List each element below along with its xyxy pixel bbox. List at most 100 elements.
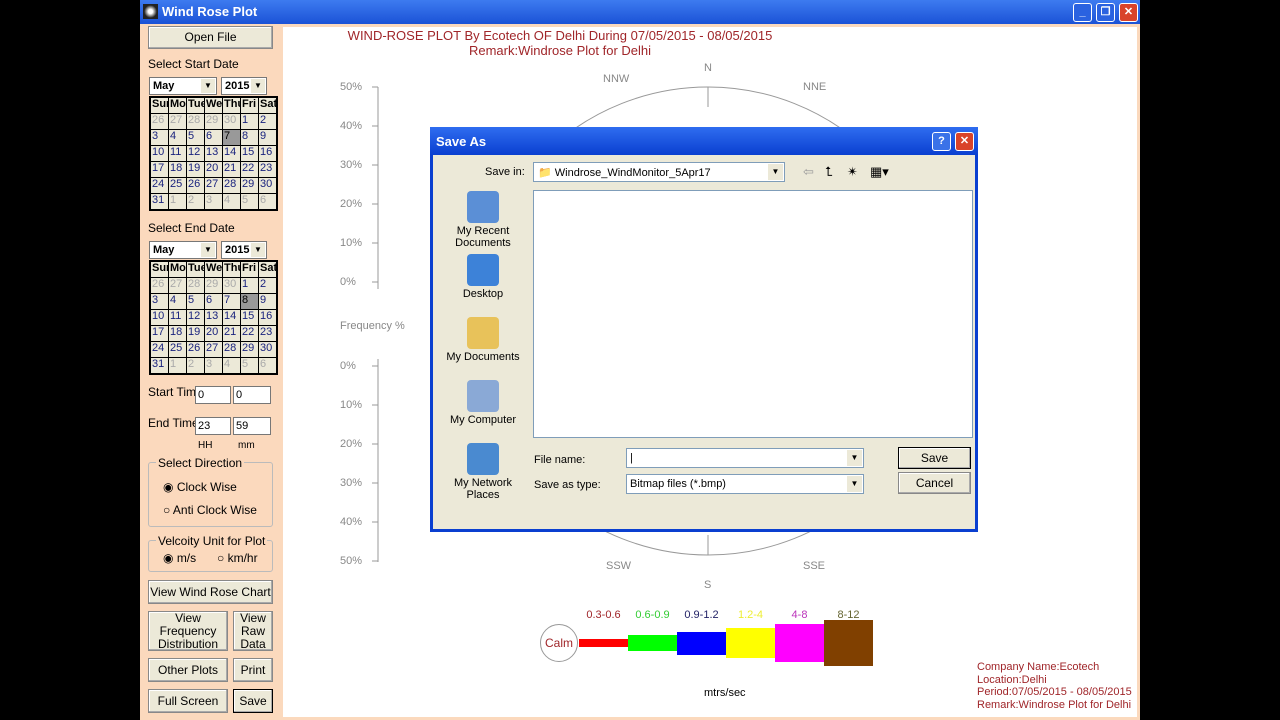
calendar-day[interactable]: 24 bbox=[151, 178, 168, 193]
calendar-day[interactable]: 28 bbox=[187, 114, 204, 129]
calendar-day[interactable]: 12 bbox=[187, 146, 204, 161]
calendar-day[interactable]: 4 bbox=[223, 194, 240, 209]
calendar-day[interactable]: 2 bbox=[259, 114, 276, 129]
save-as-type-select[interactable]: Bitmap files (*.bmp) ▼ bbox=[626, 474, 864, 494]
restore-button[interactable]: ❐ bbox=[1096, 3, 1115, 22]
calendar-day[interactable]: 28 bbox=[223, 178, 240, 193]
calendar-day[interactable]: 16 bbox=[259, 146, 276, 161]
calendar-day[interactable]: 5 bbox=[187, 130, 204, 145]
calendar-day[interactable]: 5 bbox=[187, 294, 204, 309]
calendar-day[interactable]: 2 bbox=[259, 278, 276, 293]
calendar-day[interactable]: 23 bbox=[259, 162, 276, 177]
calendar-day[interactable]: 19 bbox=[187, 162, 204, 177]
calendar-day[interactable]: 18 bbox=[169, 162, 186, 177]
anticlockwise-radio[interactable]: ○ Anti Clock Wise bbox=[163, 503, 257, 517]
dialog-save-button[interactable]: Save bbox=[898, 447, 971, 469]
end-hour-spinner[interactable]: 23 bbox=[195, 417, 231, 435]
calendar-day[interactable]: 1 bbox=[169, 358, 186, 373]
calendar-day[interactable]: 6 bbox=[259, 194, 276, 209]
end-month-select[interactable]: May ▼ bbox=[149, 241, 217, 259]
new-folder-icon[interactable]: ✴ bbox=[847, 164, 858, 180]
calendar-day[interactable]: 8 bbox=[241, 130, 258, 145]
view-wind-rose-chart-button[interactable]: View Wind Rose Chart bbox=[148, 580, 273, 604]
calendar-day[interactable]: 22 bbox=[241, 162, 258, 177]
calendar-day[interactable]: 4 bbox=[169, 130, 186, 145]
calendar-day[interactable]: 10 bbox=[151, 146, 168, 161]
start-year-select[interactable]: 2015 ▼ bbox=[221, 77, 267, 95]
dialog-cancel-button[interactable]: Cancel bbox=[898, 472, 971, 494]
calendar-day[interactable]: 1 bbox=[241, 278, 258, 293]
calendar-day[interactable]: 2 bbox=[187, 358, 204, 373]
calendar-day[interactable]: 20 bbox=[205, 162, 222, 177]
save-in-select[interactable]: 📁 Windrose_WindMonitor_5Apr17 ▼ bbox=[533, 162, 785, 182]
place-my-network-places[interactable]: My Network Places bbox=[443, 443, 523, 501]
view-raw-data-button[interactable]: View Raw Data bbox=[233, 611, 273, 651]
calendar-day[interactable]: 29 bbox=[241, 342, 258, 357]
calendar-day[interactable]: 3 bbox=[151, 130, 168, 145]
calendar-day[interactable]: 25 bbox=[169, 342, 186, 357]
file-list[interactable] bbox=[533, 190, 973, 438]
calendar-day[interactable]: 15 bbox=[241, 310, 258, 325]
calendar-day[interactable]: 30 bbox=[223, 114, 240, 129]
place-my-recent-documents[interactable]: My Recent Documents bbox=[443, 191, 523, 249]
calendar-day[interactable]: 27 bbox=[169, 278, 186, 293]
minimize-button[interactable]: _ bbox=[1073, 3, 1092, 22]
calendar-day[interactable]: 14 bbox=[223, 310, 240, 325]
calendar-day[interactable]: 19 bbox=[187, 326, 204, 341]
calendar-day[interactable]: 2 bbox=[187, 194, 204, 209]
calendar-day[interactable]: 29 bbox=[205, 278, 222, 293]
calendar-day[interactable]: 13 bbox=[205, 146, 222, 161]
calendar-day[interactable]: 1 bbox=[169, 194, 186, 209]
calendar-day[interactable]: 29 bbox=[205, 114, 222, 129]
calendar-day[interactable]: 20 bbox=[205, 326, 222, 341]
calendar-day[interactable]: 23 bbox=[259, 326, 276, 341]
calendar-day[interactable]: 7 bbox=[223, 294, 240, 309]
calendar-day[interactable]: 6 bbox=[205, 294, 222, 309]
calendar-day[interactable]: 3 bbox=[151, 294, 168, 309]
calendar-day[interactable]: 30 bbox=[259, 178, 276, 193]
calendar-day[interactable]: 26 bbox=[151, 114, 168, 129]
calendar-day[interactable]: 24 bbox=[151, 342, 168, 357]
calendar-day[interactable]: 9 bbox=[259, 130, 276, 145]
end-year-select[interactable]: 2015 ▼ bbox=[221, 241, 267, 259]
ms-radio[interactable]: ◉ m/s bbox=[163, 551, 196, 565]
start-hour-spinner[interactable]: 0 bbox=[195, 386, 231, 404]
full-screen-button[interactable]: Full Screen bbox=[148, 689, 228, 713]
calendar-day[interactable]: 16 bbox=[259, 310, 276, 325]
start-date-calendar[interactable]: SunMonTueWedThuFriSat2627282930123456789… bbox=[149, 96, 278, 211]
place-my-documents[interactable]: My Documents bbox=[443, 317, 523, 363]
calendar-day[interactable]: 27 bbox=[205, 342, 222, 357]
calendar-day[interactable]: 26 bbox=[151, 278, 168, 293]
place-my-computer[interactable]: My Computer bbox=[443, 380, 523, 426]
calendar-day[interactable]: 27 bbox=[205, 178, 222, 193]
file-name-input[interactable]: | ▼ bbox=[626, 448, 864, 468]
calendar-day[interactable]: 9 bbox=[259, 294, 276, 309]
calendar-day[interactable]: 25 bbox=[169, 178, 186, 193]
back-icon[interactable]: ⇦ bbox=[803, 164, 814, 180]
calendar-day[interactable]: 21 bbox=[223, 162, 240, 177]
kmhr-radio[interactable]: ○ km/hr bbox=[217, 551, 258, 565]
calendar-day[interactable]: 22 bbox=[241, 326, 258, 341]
calendar-day[interactable]: 17 bbox=[151, 162, 168, 177]
calendar-day[interactable]: 14 bbox=[223, 146, 240, 161]
view-frequency-distribution-button[interactable]: View Frequency Distribution bbox=[148, 611, 228, 651]
calendar-day[interactable]: 31 bbox=[151, 194, 168, 209]
calendar-day[interactable]: 26 bbox=[187, 342, 204, 357]
calendar-day[interactable]: 5 bbox=[241, 358, 258, 373]
view-menu-icon[interactable]: ▦▾ bbox=[870, 164, 889, 180]
calendar-day[interactable]: 15 bbox=[241, 146, 258, 161]
calendar-day[interactable]: 8 bbox=[241, 294, 258, 309]
print-button[interactable]: Print bbox=[233, 658, 273, 682]
help-button[interactable]: ? bbox=[932, 132, 951, 151]
calendar-day[interactable]: 31 bbox=[151, 358, 168, 373]
end-date-calendar[interactable]: SunMonTueWedThuFriSat2627282930123456789… bbox=[149, 260, 278, 375]
calendar-day[interactable]: 10 bbox=[151, 310, 168, 325]
calendar-day[interactable]: 11 bbox=[169, 146, 186, 161]
end-minute-spinner[interactable]: 59 bbox=[233, 417, 271, 435]
up-folder-icon[interactable]: ⮤ bbox=[825, 164, 833, 180]
calendar-day[interactable]: 17 bbox=[151, 326, 168, 341]
start-month-select[interactable]: May ▼ bbox=[149, 77, 217, 95]
calendar-day[interactable]: 30 bbox=[259, 342, 276, 357]
calendar-day[interactable]: 3 bbox=[205, 194, 222, 209]
start-minute-spinner[interactable]: 0 bbox=[233, 386, 271, 404]
